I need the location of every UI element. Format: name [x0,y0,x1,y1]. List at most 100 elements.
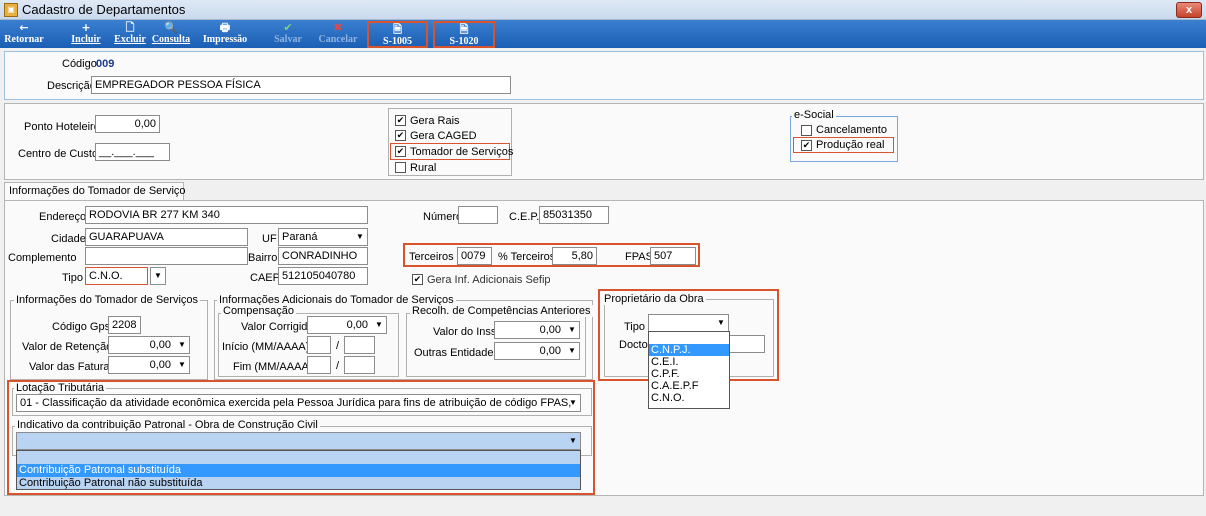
gera-rais-label: Gera Rais [410,115,460,127]
chevron-down-icon: ▼ [568,325,576,334]
ponto-hoteleiro-field[interactable]: 0,00 [95,115,160,133]
valor-inss-field[interactable]: 0,00 ▼ [494,321,580,339]
proprietario-tipo-dropdown-list: C.N.P.J. C.E.I. C.P.F. C.A.E.P.F C.N.O. [648,331,730,409]
bairro-field[interactable]: CONRADINHO [278,247,368,265]
dropdown-option[interactable] [649,332,729,344]
fpas-field[interactable]: 507 [650,247,696,265]
tomador-servicos-checkbox[interactable]: ✔ [395,146,406,157]
dropdown-option[interactable]: C.P.F. [649,368,729,380]
retornar-button[interactable]: ← Retornar [0,21,48,47]
pct-terceiros-label: % Terceiros [498,251,556,263]
gera-caged-checkbox[interactable]: ✔ [395,130,406,141]
dropdown-option[interactable]: C.A.E.P.F [649,380,729,392]
excluir-label: Excluir [114,34,146,45]
outras-entidades-field[interactable]: 0,00 ▼ [494,342,580,360]
valor-corrigido-value: 0,00 [346,319,368,331]
centro-custo-field[interactable]: __.___.___ [95,143,170,161]
fim-label: Fim (MM/AAAA) [233,361,313,373]
valor-retencao-label: Valor de Retenção [22,341,113,353]
document-icon: 🗎 [393,23,402,36]
inicio-ano-field[interactable] [344,336,375,354]
valor-inss-value: 0,00 [539,324,561,336]
indicativo-title: Indicativo da contribuição Patronal - Ob… [15,419,320,431]
caepf-field[interactable]: 512105040780 [278,267,368,285]
uf-label: UF [262,233,277,245]
rural-checkbox[interactable] [395,162,406,173]
print-icon: 🖶 [219,21,231,34]
proprietario-tipo-select[interactable]: ▼ [648,314,729,332]
recolh-title: Recolh. de Competências Anteriores [410,305,593,317]
retornar-label: Retornar [4,34,44,45]
dropdown-option-selected[interactable]: Contribuição Patronal substituída [17,464,580,477]
descricao-field[interactable]: EMPREGADOR PESSOA FÍSICA [91,76,511,94]
dropdown-option[interactable]: Contribuição Patronal não substituída [17,477,580,490]
salvar-button[interactable]: ✔ Salvar [270,21,306,47]
dropdown-option[interactable]: C.E.I. [649,356,729,368]
dropdown-option[interactable] [17,451,580,464]
complemento-field[interactable] [85,247,248,265]
inicio-mes-field[interactable] [307,336,331,354]
indicativo-select[interactable]: ▼ [16,432,581,450]
delete-icon: 🗋 [125,21,135,34]
terceiros-field[interactable]: 0079 [457,247,492,265]
gera-rais-checkbox[interactable]: ✔ [395,115,406,126]
impressao-button[interactable]: 🖶 Impressão [198,21,252,47]
valor-retencao-field[interactable]: 0,00 ▼ [108,336,190,354]
tipo-field[interactable]: C.N.O. [85,267,148,285]
fim-mes-field[interactable] [307,356,331,374]
docto-field[interactable] [729,335,765,353]
close-button[interactable]: x [1176,2,1202,18]
chevron-down-icon: ▼ [569,398,577,407]
ponto-hoteleiro-label: Ponto Hoteleiro [24,121,100,133]
rural-label: Rural [410,162,437,174]
cancelar-button[interactable]: ✖ Cancelar [316,21,360,47]
codigo-gps-field[interactable]: 2208 [108,316,141,334]
s1020-button[interactable]: 🗎 S-1020 [433,21,495,48]
cep-field[interactable]: 85031350 [539,206,609,224]
chevron-down-icon: ▼ [178,360,186,369]
descricao-label: Descrição [47,80,96,92]
dropdown-option-selected[interactable]: C.N.P.J. [649,344,729,356]
chevron-down-icon: ▼ [569,436,577,445]
cidade-field[interactable]: GUARAPUAVA [85,228,248,246]
window-title: Cadastro de Departamentos [22,2,186,17]
producao-real-checkbox[interactable]: ✔ [801,140,812,151]
producao-real-label: Produção real [816,139,885,151]
lotacao-select[interactable]: 01 - Classificação da atividade econômic… [16,394,581,412]
tomador-servicos-label: Tomador de Serviços [410,146,514,158]
valor-corrigido-label: Valor Corrigido [241,321,314,333]
excluir-button[interactable]: 🗋 Excluir [110,21,150,47]
valor-faturas-field[interactable]: 0,00 ▼ [108,356,190,374]
s1005-button[interactable]: 🗎 S-1005 [367,21,428,48]
complemento-label: Complemento [8,252,77,264]
codigo-value: 009 [96,58,115,70]
inicio-label: Início (MM/AAAA) [222,341,310,353]
uf-select[interactable]: Paraná ▼ [278,228,368,246]
pct-terceiros-field[interactable]: 5,80 [552,247,597,265]
valor-corrigido-field[interactable]: 0,00 ▼ [307,316,387,334]
salvar-label: Salvar [274,34,302,45]
incluir-button[interactable]: + Incluir [66,21,106,47]
consulta-label: Consulta [151,34,191,45]
numero-field[interactable] [458,206,498,224]
chevron-down-icon: ▼ [154,271,162,280]
lotacao-title: Lotação Tributária [14,382,107,394]
cancelamento-checkbox[interactable] [801,125,812,136]
search-icon: 🔍 [164,21,178,34]
info-tomador-servicos-title: Informações do Tomador de Serviços [14,294,200,306]
chevron-down-icon: ▼ [375,320,383,329]
gera-sefip-label: Gera Inf. Adicionais Sefip [427,274,551,286]
tab-tomador-label: Informações do Tomador de Serviço [9,185,186,197]
chevron-down-icon: ▼ [568,346,576,355]
tipo-dropdown-button[interactable]: ▼ [150,267,166,285]
endereco-field[interactable]: RODOVIA BR 277 KM 340 [85,206,368,224]
impressao-label: Impressão [202,34,248,45]
fim-slash: / [336,360,340,372]
consulta-button[interactable]: 🔍 Consulta [150,21,192,47]
proprietario-tipo-label: Tipo [624,321,645,333]
dropdown-option[interactable]: C.N.O. [649,392,729,404]
fim-ano-field[interactable] [344,356,375,374]
endereco-label: Endereço [39,211,87,223]
s1005-label: S-1005 [383,36,412,47]
gera-sefip-checkbox[interactable]: ✔ [412,274,423,285]
